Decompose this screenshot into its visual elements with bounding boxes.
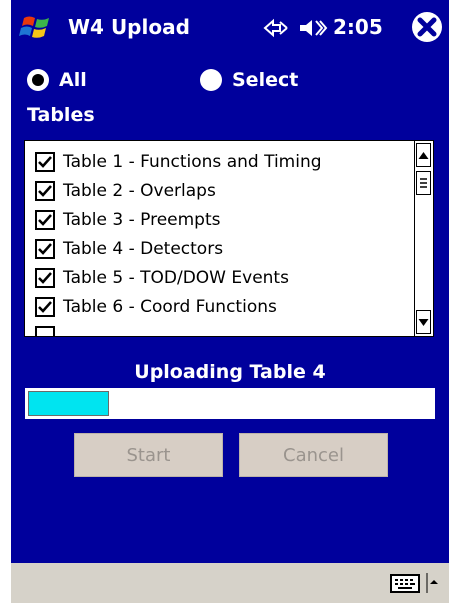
tables-list[interactable]: Table 1 - Functions and Timing Table 2 -… xyxy=(24,140,434,337)
checkbox-table-2[interactable] xyxy=(35,181,55,201)
scroll-down-button[interactable] xyxy=(416,310,431,334)
list-item-table-2[interactable]: Table 2 - Overlaps xyxy=(35,177,216,205)
checkbox-table-6[interactable] xyxy=(35,297,55,317)
radio-select-label: Select xyxy=(232,69,299,91)
list-item-label: Table 2 - Overlaps xyxy=(63,181,216,201)
arrow-up-icon xyxy=(418,152,429,159)
radio-all-label: All xyxy=(59,69,87,91)
windows-flag-icon[interactable] xyxy=(16,12,56,44)
keyboard-icon[interactable] xyxy=(390,572,420,594)
list-item-label: Table 6 - Coord Functions xyxy=(63,297,277,317)
checkbox-table-5[interactable] xyxy=(35,268,55,288)
list-item-label: Table 4 - Detectors xyxy=(63,239,224,259)
list-item-label: Table 3 - Preempts xyxy=(63,210,221,230)
list-item-table-3[interactable]: Table 3 - Preempts xyxy=(35,206,220,234)
checkmark-icon xyxy=(38,156,52,168)
menu-bar xyxy=(11,563,449,603)
arrow-up-icon[interactable] xyxy=(426,572,438,594)
radio-all-indicator[interactable] xyxy=(27,69,49,91)
title-bar: W4 Upload 2:05 xyxy=(11,0,449,53)
list-item-table-5[interactable]: Table 5 - TOD/DOW Events xyxy=(35,264,289,292)
upload-progress-fill xyxy=(28,391,109,416)
list-item-label: Table 5 - TOD/DOW Events xyxy=(63,268,289,288)
checkmark-icon xyxy=(38,185,52,197)
list-item-label: Table 1 - Functions and Timing xyxy=(63,152,322,172)
checkbox-table-1[interactable] xyxy=(35,152,55,172)
checkmark-icon xyxy=(38,272,52,284)
scroll-up-button[interactable] xyxy=(416,143,431,167)
radio-select[interactable]: Select xyxy=(200,66,298,94)
cancel-button[interactable]: Cancel xyxy=(239,433,388,477)
sync-icon[interactable] xyxy=(262,18,290,38)
upload-progress-bar xyxy=(25,388,435,419)
upload-status: Uploading Table 4 xyxy=(134,361,326,383)
checkmark-icon xyxy=(38,243,52,255)
list-scrollbar[interactable] xyxy=(414,141,433,336)
device-screen: W4 Upload 2:05 All Select Tables Table 1… xyxy=(11,0,449,603)
scroll-thumb[interactable] xyxy=(416,171,431,195)
checkmark-icon xyxy=(38,214,52,226)
tables-label: Tables xyxy=(27,104,95,126)
list-item-partial[interactable] xyxy=(35,322,63,336)
clock[interactable]: 2:05 xyxy=(333,15,383,39)
checkmark-icon xyxy=(38,301,52,313)
radio-select-indicator[interactable] xyxy=(200,69,222,91)
checkbox-table-4[interactable] xyxy=(35,239,55,259)
window-title: W4 Upload xyxy=(68,15,190,39)
list-item-table-6[interactable]: Table 6 - Coord Functions xyxy=(35,293,277,321)
close-icon[interactable] xyxy=(410,10,444,44)
checkbox-table-3[interactable] xyxy=(35,210,55,230)
volume-icon[interactable] xyxy=(298,17,328,39)
checkbox-partial[interactable] xyxy=(35,326,55,336)
radio-all[interactable]: All xyxy=(27,66,87,94)
list-item-table-4[interactable]: Table 4 - Detectors xyxy=(35,235,223,263)
start-button[interactable]: Start xyxy=(74,433,223,477)
arrow-down-icon xyxy=(418,319,429,326)
list-item-table-1[interactable]: Table 1 - Functions and Timing xyxy=(35,148,322,176)
grip-icon xyxy=(420,178,427,188)
tables-list-items: Table 1 - Functions and Timing Table 2 -… xyxy=(25,141,417,336)
